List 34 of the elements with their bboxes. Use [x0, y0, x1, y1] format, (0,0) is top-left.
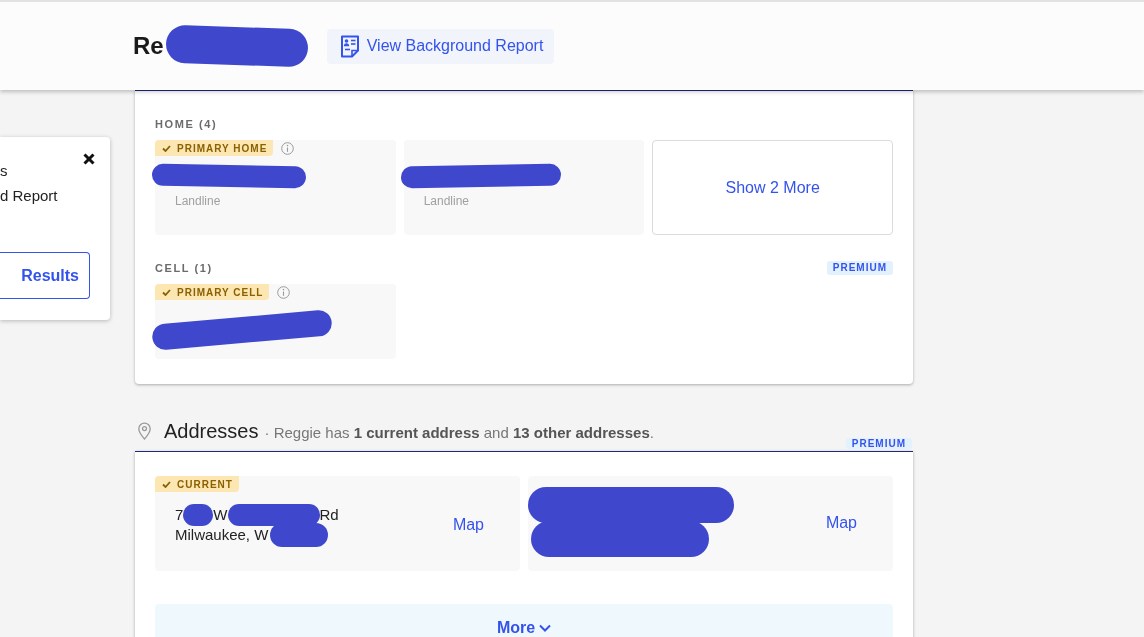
- current-badge: CURRENT: [155, 476, 239, 492]
- section-label: HOME (4): [155, 118, 218, 130]
- panel-text: s: [0, 161, 8, 181]
- address-summary: · Reggie has 1 current address and 13 other addresses.: [264, 423, 654, 441]
- map-pin-icon: [138, 422, 151, 440]
- check-icon: [162, 480, 171, 488]
- show-more-button[interactable]: Show 2 More: [652, 140, 893, 235]
- more-button[interactable]: More: [155, 604, 893, 637]
- chevron-down-icon: [539, 624, 552, 632]
- check-icon: [162, 144, 171, 152]
- check-icon: [162, 288, 171, 296]
- address-text: 7: [175, 506, 184, 523]
- info-icon: [277, 285, 291, 299]
- address-text: Rd: [319, 506, 339, 523]
- close-icon[interactable]: [83, 153, 95, 165]
- page-title: Re: [133, 32, 164, 60]
- map-link[interactable]: Map: [825, 514, 857, 532]
- redaction-scribble: [183, 503, 214, 526]
- address-text: Milwaukee, W: [175, 526, 269, 543]
- phone-type: Landline: [422, 194, 470, 208]
- primary-badge: PRIMARY CELL: [155, 284, 270, 300]
- section-title: Addresses: [164, 419, 259, 443]
- results-button[interactable]: Results: [0, 252, 90, 299]
- phone-type: Landline: [174, 194, 221, 208]
- section-label: CELL (1): [155, 262, 213, 274]
- map-link[interactable]: Map: [452, 515, 484, 534]
- view-report-button[interactable]: View Background Report: [326, 28, 555, 64]
- premium-tag: PREMIUM: [845, 438, 912, 449]
- primary-badge: PRIMARY HOME: [155, 140, 274, 156]
- premium-tag: PREMIUM: [826, 261, 893, 275]
- panel-text: d Report: [0, 186, 58, 206]
- info-icon: [281, 141, 295, 155]
- report-icon: [339, 34, 360, 58]
- address-text: W: [213, 506, 228, 523]
